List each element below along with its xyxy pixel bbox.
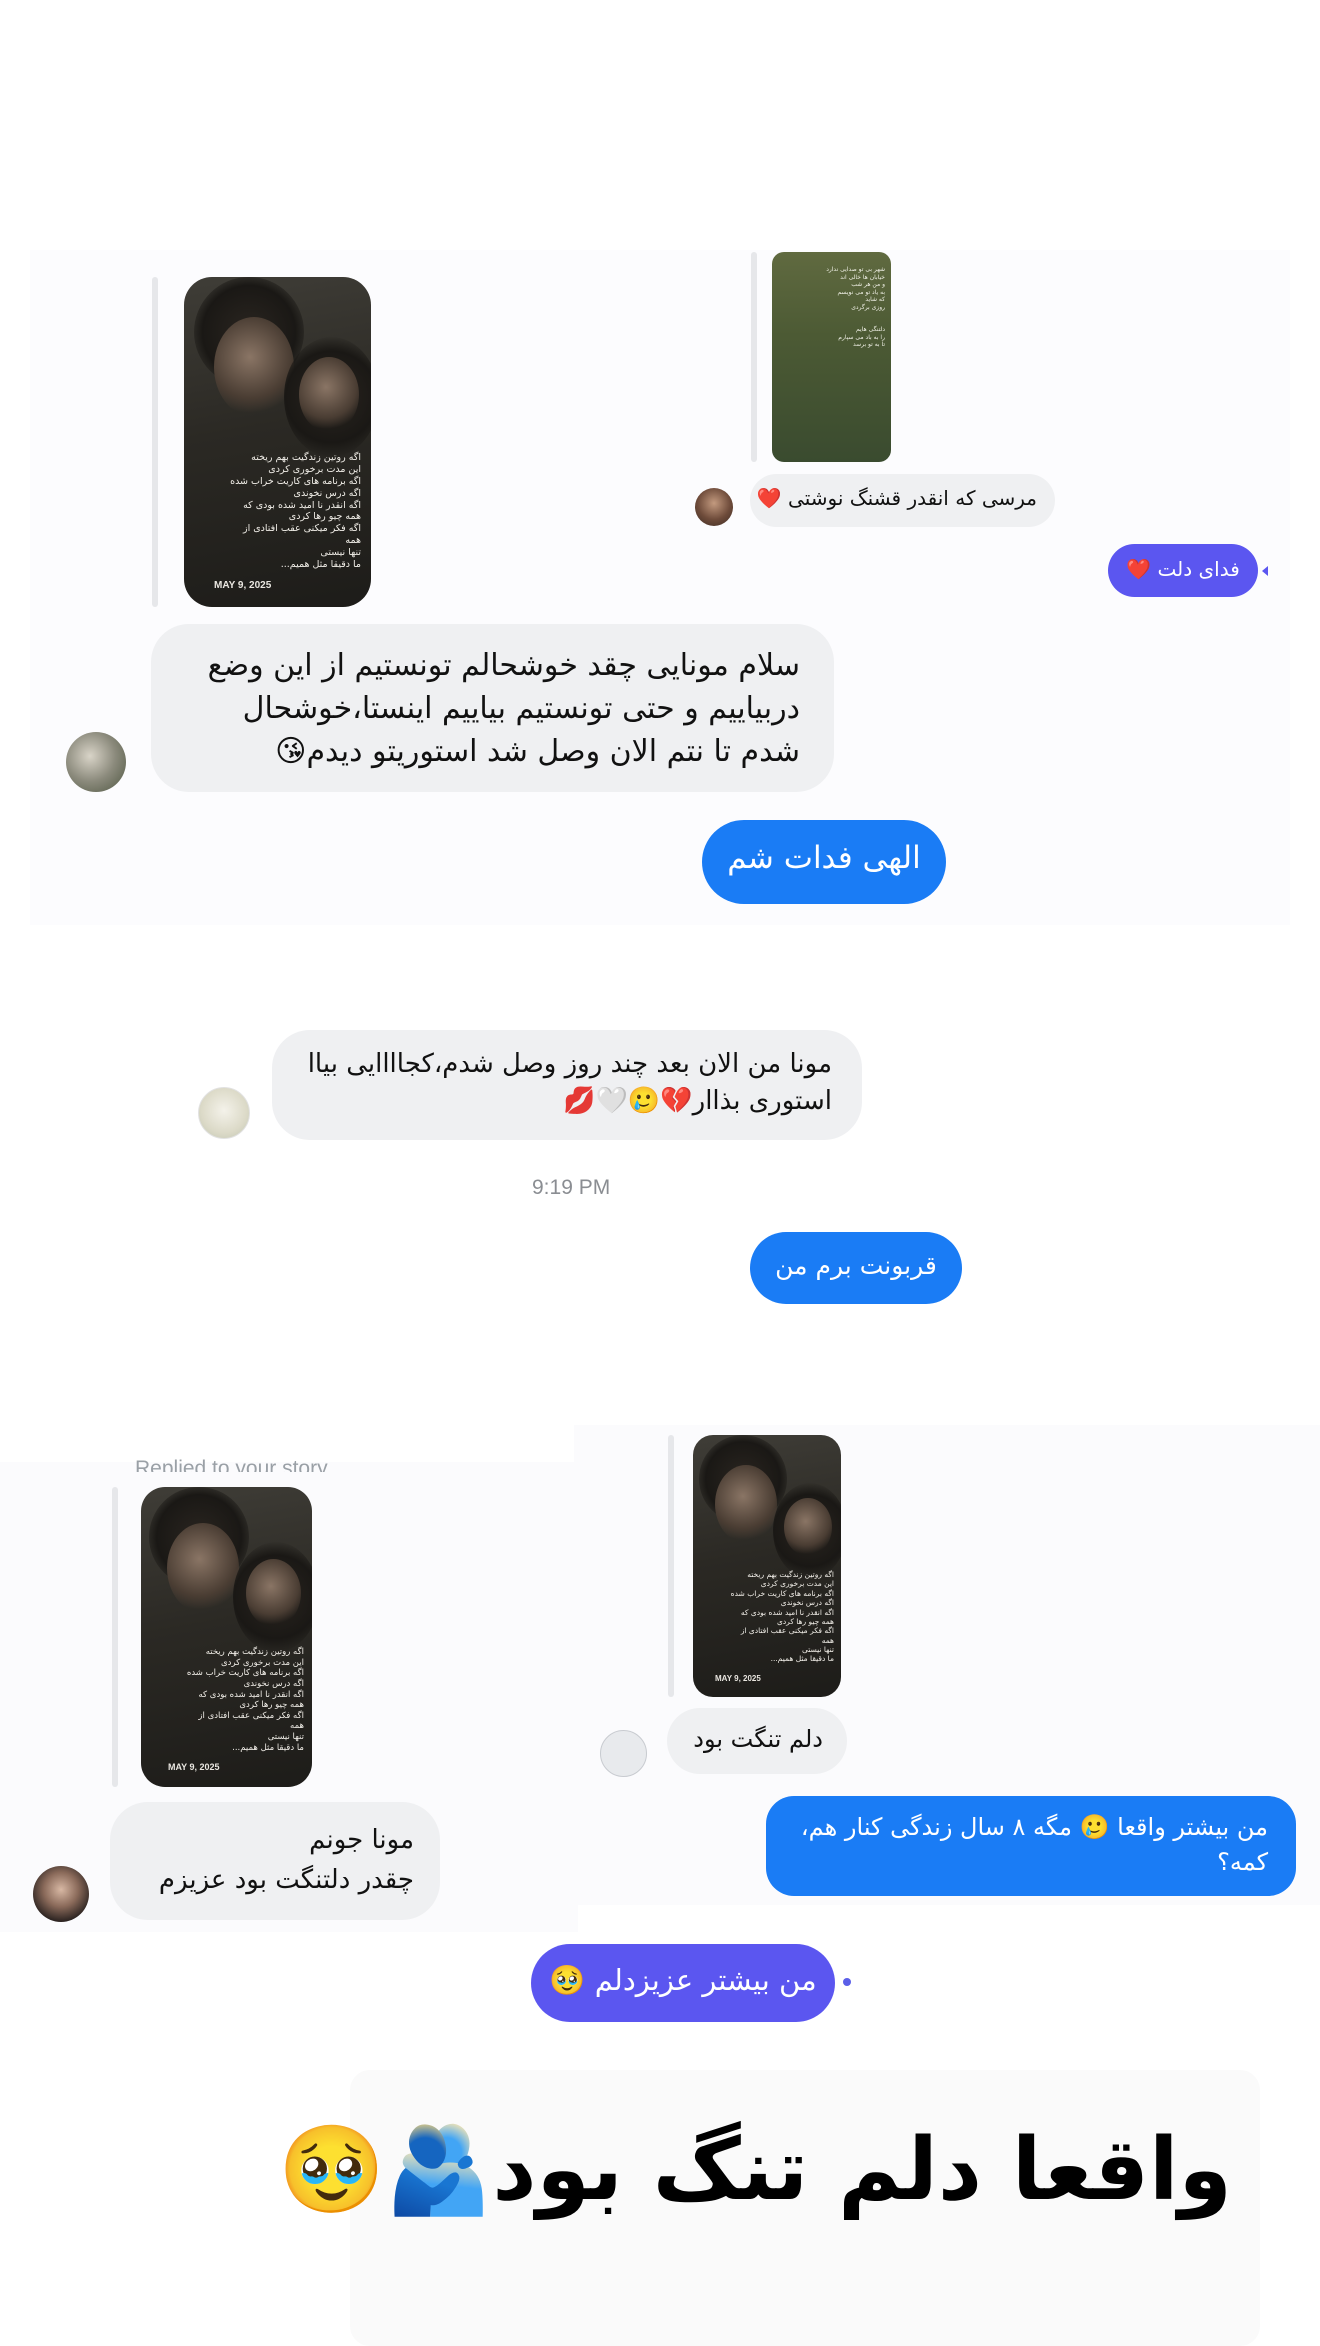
message-line: چقدر دلتنگت بود عزیزم <box>158 1865 414 1895</box>
incoming-message-bubble[interactable]: مونا جونم چقدر دلتنگت بود عزیزم <box>110 1802 440 1920</box>
incoming-message-bubble[interactable]: دلم تنگت بود <box>667 1708 847 1774</box>
contact-avatar[interactable] <box>695 488 733 526</box>
story-date: MAY 9, 2025 <box>715 1674 761 1683</box>
outgoing-message-bubble[interactable]: من بیشتر واقعا 🥲 مگه ۸ سال زندگی کنار هم… <box>766 1796 1296 1896</box>
message-timestamp: 9:19 PM <box>532 1176 611 1199</box>
contact-avatar[interactable] <box>198 1087 250 1139</box>
pleading-emoji: 🥹 <box>549 1963 586 1997</box>
story-poem: اگه روتین زندگیت بهم ریخته این مدت برخور… <box>230 452 361 570</box>
outgoing-message-bubble[interactable]: قربونت برم من <box>750 1232 962 1304</box>
message-text: دلم تنگت بود <box>693 1725 823 1753</box>
hug-emoji: 🫂🥹 <box>278 2120 493 2220</box>
seen-indicator-icon <box>843 1978 851 1986</box>
message-text: الهی فدات شم <box>727 840 921 876</box>
story-thumbnail[interactable]: اگه روتین زندگیت بهم ریخته این مدت برخور… <box>184 277 371 607</box>
reply-quote-bar <box>112 1487 118 1787</box>
story-poem: شهر بی تو صدایی ندارد خیابان ها خالی اند… <box>826 266 885 348</box>
kiss-emoji: 😘 <box>275 734 307 769</box>
emoji-group: 💔🥲🤍💋 <box>563 1086 693 1116</box>
incoming-message-bubble[interactable]: مرسی که انقدر قشنگ نوشتی ❤️ <box>750 474 1055 527</box>
story-thumbnail[interactable]: شهر بی تو صدایی ندارد خیابان ها خالی اند… <box>772 252 891 462</box>
story-face <box>299 357 359 432</box>
heart-emoji: ❤️ <box>1126 557 1152 581</box>
story-poem: اگه روتین زندگیت بهم ریخته این مدت برخور… <box>186 1647 304 1753</box>
message-text: من بیشتر واقعا 🥲 مگه ۸ سال زندگی کنار هم… <box>800 1813 1268 1876</box>
story-face <box>715 1465 777 1543</box>
message-text: من بیشتر عزیزدلم <box>594 1963 817 1997</box>
contact-avatar[interactable] <box>33 1866 89 1922</box>
story-face <box>214 317 294 417</box>
reply-quote-bar <box>668 1435 674 1697</box>
contact-avatar[interactable] <box>600 1730 647 1777</box>
story-caption: واقعا دلم تنگ بود🫂🥹 <box>278 2110 1232 2230</box>
story-face <box>246 1559 301 1627</box>
outgoing-message-bubble[interactable]: فدای دلت ❤️ <box>1108 544 1258 597</box>
outgoing-message-bubble[interactable]: الهی فدات شم <box>702 820 946 904</box>
story-poem: اگه روتین زندگیت بهم ریخته این مدت برخور… <box>730 1570 834 1664</box>
message-text: قربونت برم من <box>775 1251 937 1280</box>
reply-quote-bar <box>751 252 757 462</box>
message-text: فدای دلت <box>1157 557 1240 581</box>
story-date: MAY 9, 2025 <box>168 1762 220 1772</box>
heart-emoji: ❤️ <box>756 486 782 510</box>
incoming-message-bubble[interactable]: مونا من الان بعد چند روز وصل شدم،کجاااای… <box>272 1030 862 1140</box>
story-face <box>167 1523 239 1613</box>
outgoing-message-bubble[interactable]: من بیشتر عزیزدلم 🥹 <box>531 1944 835 2022</box>
message-line: مونا جونم <box>309 1825 414 1855</box>
story-thumbnail[interactable]: اگه روتین زندگیت بهم ریخته این مدت برخور… <box>693 1435 841 1697</box>
caption-text: واقعا دلم تنگ بود <box>492 2120 1232 2220</box>
story-date: MAY 9, 2025 <box>214 580 272 591</box>
incoming-message-bubble[interactable]: سلام مونایی چقد خوشحالم تونستیم از این و… <box>151 624 834 792</box>
seen-indicator-icon <box>1262 566 1268 576</box>
message-text: مرسی که انقدر قشنگ نوشتی <box>788 486 1037 510</box>
story-face <box>784 1498 832 1556</box>
reply-label: Replied to your story <box>135 1457 328 1472</box>
story-thumbnail[interactable]: اگه روتین زندگیت بهم ریخته این مدت برخور… <box>141 1487 312 1787</box>
contact-avatar[interactable] <box>66 732 126 792</box>
reply-quote-bar <box>152 277 158 607</box>
